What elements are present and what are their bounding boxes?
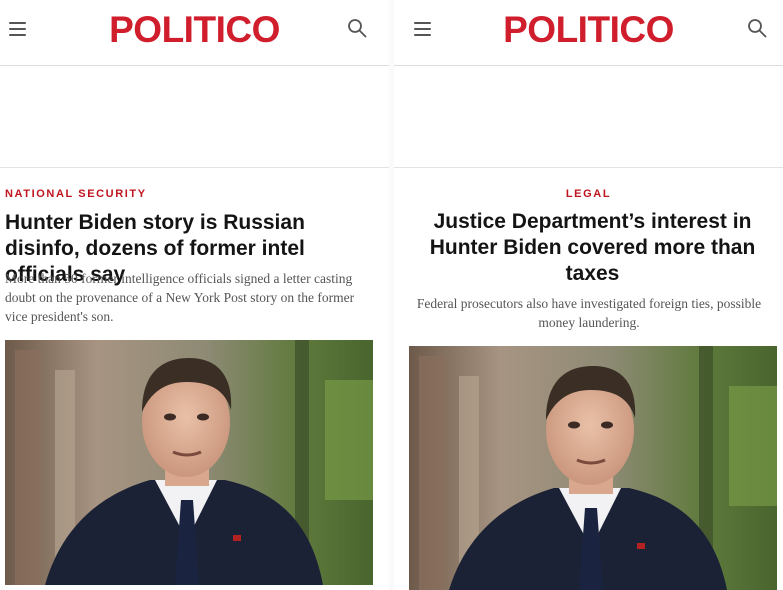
ad-slot [394, 67, 783, 168]
site-header: POLITICO [0, 0, 389, 66]
ad-slot [0, 67, 389, 168]
article-photo[interactable] [5, 340, 373, 585]
article-dek: More than 50 former intelligence officia… [5, 271, 355, 324]
article-photo[interactable] [409, 346, 777, 590]
article-panel-right: POLITICO LEGAL Justice Department’s inte… [394, 0, 783, 590]
article-dek: Federal prosecutors also have investigat… [416, 296, 762, 330]
article-panel-left: POLITICO NATIONAL SECURITY Hunter Biden … [0, 0, 389, 590]
politico-logo[interactable]: POLITICO [0, 8, 389, 52]
article-headline[interactable]: Justice Department’s interest in Hunter … [414, 209, 771, 287]
search-icon[interactable] [347, 18, 367, 38]
search-icon[interactable] [747, 18, 767, 38]
section-kicker[interactable]: LEGAL [394, 188, 783, 200]
politico-logo[interactable]: POLITICO [394, 8, 783, 52]
site-header: POLITICO [394, 0, 783, 66]
section-kicker[interactable]: NATIONAL SECURITY [5, 188, 147, 200]
